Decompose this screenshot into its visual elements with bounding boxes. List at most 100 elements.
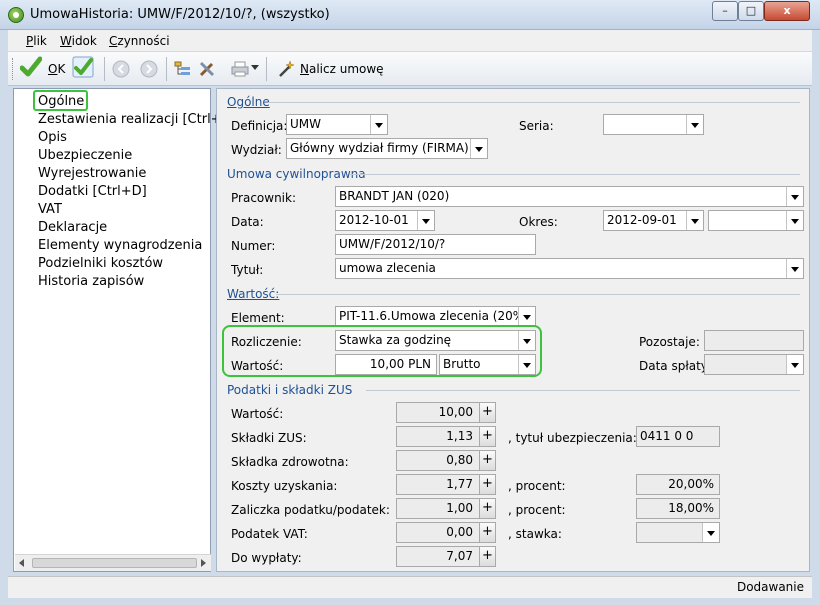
maximize-button[interactable]: □ (738, 1, 764, 21)
chevron-down-icon[interactable] (786, 211, 803, 230)
definition-label: Definicja: (231, 119, 288, 133)
magic-wand-icon[interactable] (276, 59, 296, 82)
group-divider (366, 390, 800, 391)
employee-label: Pracownik: (231, 191, 296, 205)
vat-label: Podatek VAT: (231, 527, 308, 541)
minimize-button[interactable]: – (712, 1, 738, 21)
tree-item-elementy[interactable]: Elementy wynagrodzenia (38, 238, 202, 253)
toolbar-separator (104, 57, 105, 81)
tree-item-vat[interactable]: VAT (38, 202, 62, 217)
chevron-down-icon[interactable] (518, 307, 535, 326)
menu-widok[interactable]: Widok (60, 34, 97, 48)
element-label: Element: (231, 311, 285, 325)
tree-item-dodatki[interactable]: Dodatki [Ctrl+D] (38, 184, 147, 199)
insurance-title-label: , tytuł ubezpieczenia: (508, 431, 637, 445)
tools-icon[interactable] (198, 60, 216, 81)
chevron-down-icon[interactable] (686, 115, 703, 134)
rate-select[interactable] (636, 522, 720, 543)
selection-highlight (33, 90, 88, 111)
chevron-down-icon[interactable] (786, 187, 803, 206)
navigation-tree: Ogólne Zestawienia realizacji [Ctrl+L] O… (13, 88, 234, 572)
period-label: Okres: (519, 215, 558, 229)
chevron-down-icon[interactable] (686, 211, 703, 230)
plus-icon[interactable]: + (479, 547, 495, 566)
chevron-down-icon[interactable] (370, 115, 387, 134)
tree-item-ubezpieczenie[interactable]: Ubezpieczenie (38, 148, 132, 163)
advance-field: 1,00 + (396, 498, 496, 519)
health-label: Składka zdrowotna: (231, 455, 349, 469)
number-input[interactable]: UMW/F/2012/10/? (335, 234, 536, 255)
chevron-down-icon[interactable] (786, 259, 803, 278)
repay-date-select[interactable] (704, 354, 804, 375)
status-bar: Dodawanie (8, 576, 812, 598)
ok-new-check-icon[interactable] (72, 56, 96, 80)
plus-icon[interactable]: + (479, 475, 495, 494)
element-select[interactable]: PIT-11.6.Umowa zlecenia (20% k.u.) (335, 306, 536, 327)
compute-contract-button[interactable]: Nalicz umowę (300, 62, 384, 76)
period-end-field[interactable] (708, 210, 804, 231)
tree-list-icon[interactable] (174, 60, 192, 81)
settlement-highlight (222, 325, 542, 377)
plus-icon[interactable]: + (479, 451, 495, 470)
toolbar-separator (266, 57, 267, 81)
tree-item-historia[interactable]: Historia zapisów (38, 274, 144, 289)
scrollbar-thumb[interactable] (32, 558, 197, 568)
chevron-down-icon[interactable] (786, 355, 803, 374)
group-contract-title: Umowa cywilnoprawna (227, 167, 366, 181)
group-value-title: Wartość: (227, 287, 280, 301)
rate-label: , stawka: (508, 527, 562, 541)
date-label: Data: (231, 215, 264, 229)
plus-icon[interactable]: + (479, 403, 495, 422)
plus-icon[interactable]: + (479, 427, 495, 446)
zus-label: Składki ZUS: (231, 431, 307, 445)
tree-item-deklaracje[interactable]: Deklaracje (38, 220, 107, 235)
title-select[interactable]: umowa zlecenia (335, 258, 804, 279)
horizontal-scrollbar[interactable] (15, 554, 211, 571)
menu-bar: Plik Widok Czynności (8, 30, 812, 52)
payout-label: Do wypłaty: (231, 551, 302, 565)
costs-percent-label: , procent: (508, 479, 566, 493)
insurance-title-field: 0411 0 0 (636, 426, 720, 447)
toolbar: OK Nalicz umowę (8, 52, 812, 86)
toolbar-separator (166, 57, 167, 81)
health-field: 0,80 + (396, 450, 496, 471)
group-divider (350, 174, 800, 175)
plus-icon[interactable]: + (479, 499, 495, 518)
print-icon[interactable] (230, 60, 250, 81)
period-start-field[interactable]: 2012-09-01 (603, 210, 704, 231)
series-select[interactable] (603, 114, 704, 135)
ok-check-icon[interactable] (19, 56, 43, 81)
department-label: Wydział: (231, 143, 282, 157)
close-button[interactable]: x (764, 1, 810, 21)
scroll-right-icon[interactable] (201, 559, 206, 567)
tree-item-zestawienia[interactable]: Zestawienia realizacji [Ctrl+L] (38, 112, 234, 127)
costs-field: 1,77 + (396, 474, 496, 495)
advance-percent-label: , procent: (508, 503, 566, 517)
toolbar-grip (12, 58, 15, 80)
forward-arrow-icon[interactable] (140, 60, 158, 81)
tax-value-field: 10,00 + (396, 402, 496, 423)
plus-icon[interactable]: + (479, 523, 495, 542)
print-dropdown-icon[interactable] (251, 65, 259, 70)
ok-button[interactable]: OK (48, 62, 65, 76)
employee-select[interactable]: BRANDT JAN (020) (335, 186, 804, 207)
menu-plik[interactable]: Plik (26, 34, 47, 48)
department-select[interactable]: Główny wydział firmy (FIRMA) (286, 138, 488, 159)
remaining-field (704, 330, 804, 351)
definition-select[interactable]: UMW (286, 114, 388, 135)
group-taxes-title: Podatki i składki ZUS (227, 383, 353, 397)
tree-item-wyrejestrowanie[interactable]: Wyrejestrowanie (38, 166, 146, 181)
group-divider (268, 102, 800, 103)
title-label: Tytuł: (231, 263, 264, 277)
costs-percent-field: 20,00% (636, 474, 720, 495)
menu-czynnosci[interactable]: Czynności (109, 34, 170, 48)
scroll-left-icon[interactable] (19, 559, 24, 567)
chevron-down-icon[interactable] (417, 211, 434, 230)
chevron-down-icon[interactable] (470, 139, 487, 158)
date-field[interactable]: 2012-10-01 (335, 210, 435, 231)
tree-item-podzielniki[interactable]: Podzielniki kosztów (38, 256, 163, 271)
back-arrow-icon[interactable] (112, 60, 130, 81)
tree-item-opis[interactable]: Opis (38, 130, 67, 145)
chevron-down-icon[interactable] (702, 523, 719, 542)
group-general-title: Ogólne (227, 95, 270, 109)
